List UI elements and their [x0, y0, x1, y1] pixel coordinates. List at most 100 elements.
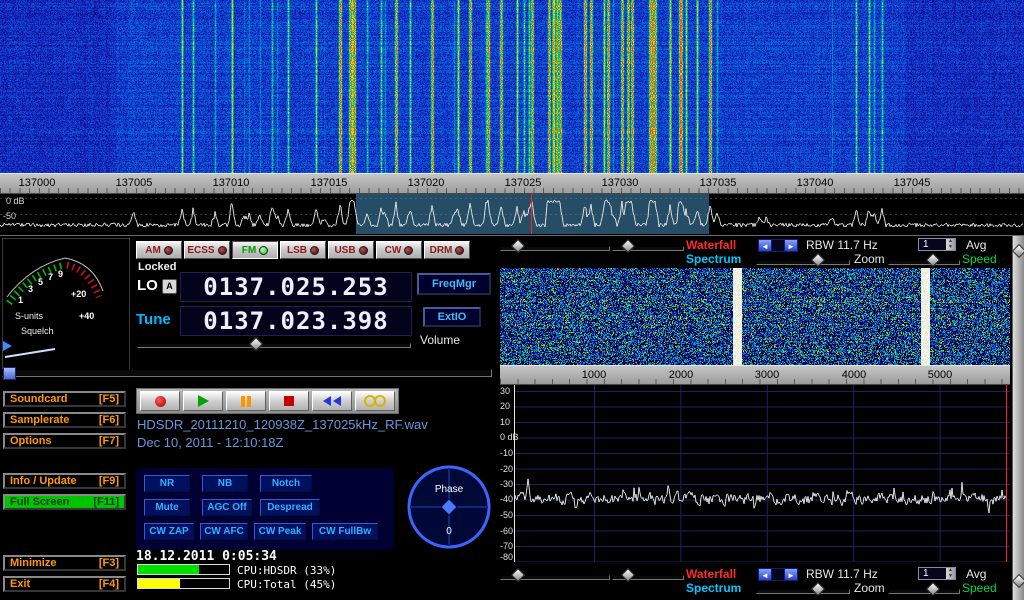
mute-button[interactable]: Mute: [144, 499, 190, 516]
locked-label: Locked: [138, 261, 177, 273]
display-control-bar-bottom: Waterfall ◄► RBW 11.7 Hz 1▲▼ Avg Spectru…: [497, 565, 1012, 597]
ruler-label: 137040: [785, 177, 845, 189]
avg-label: Avg: [966, 238, 986, 252]
tune-label: Tune: [136, 311, 171, 328]
stop-button[interactable]: [269, 391, 309, 411]
lo-frequency-display[interactable]: 0137.025.253: [179, 271, 413, 303]
despread-button[interactable]: Despread: [260, 499, 320, 516]
rewind-button[interactable]: [312, 391, 352, 411]
fullscreen-button[interactable]: Full Screen[F11]: [3, 494, 126, 510]
main-spectrum-0db-label: 0 dB: [6, 196, 25, 206]
volume-slider[interactable]: [137, 343, 411, 348]
minimize-button[interactable]: Minimize[F3]: [3, 555, 126, 571]
stop-icon: [284, 396, 294, 406]
cpu-total-fill: [138, 579, 180, 588]
options-button[interactable]: Options[F7]: [3, 433, 126, 449]
rx-waterfall[interactable]: [500, 268, 1010, 365]
left-arrow-button[interactable]: ◄: [758, 239, 772, 252]
main-spectrum[interactable]: [0, 194, 1024, 234]
waterfall-toggle[interactable]: Waterfall: [686, 567, 736, 581]
mode-label: DRM: [430, 245, 453, 256]
pause-icon: [247, 396, 251, 407]
mode-button-cw[interactable]: CW: [376, 241, 422, 259]
down-arrow-icon[interactable]: ▼: [948, 574, 953, 579]
s-meter-plus20-label: +20: [71, 289, 86, 299]
combo-scrollbar[interactable]: ▲▼: [946, 239, 955, 250]
spectrum-toggle[interactable]: Spectrum: [686, 581, 741, 595]
samplerate-button[interactable]: Samplerate[F6]: [3, 412, 126, 428]
cw-fullbw-button[interactable]: CW FullBw: [312, 523, 378, 540]
vfo-a-badge[interactable]: A: [162, 279, 177, 294]
s-meter-tick-label: 9: [58, 269, 63, 279]
cpu-hdsdr-bar: [137, 564, 230, 575]
waterfall-toggle[interactable]: Waterfall: [686, 238, 736, 252]
main-spectrum-minus50-label: -50: [3, 211, 16, 221]
waterfall-shift-arrows: ◄►: [758, 239, 798, 252]
squelch-slider-handle[interactable]: [3, 367, 16, 380]
zoom-slider[interactable]: [756, 589, 850, 594]
cpu-hdsdr-text: CPU:HDSDR (33%): [237, 564, 336, 577]
squelch-label: Squelch: [21, 326, 54, 336]
avg-select[interactable]: 1▲▼: [918, 238, 956, 251]
lo-label: LO: [137, 277, 158, 294]
rx-spectrum[interactable]: [500, 385, 1010, 562]
mode-button-ecss[interactable]: ECSS: [184, 241, 230, 259]
tune-frequency-display[interactable]: 0137.023.398: [179, 305, 413, 337]
exit-button[interactable]: Exit[F4]: [3, 576, 126, 592]
db-scale-label: -60: [500, 526, 530, 536]
agc-button[interactable]: AGC Off: [202, 499, 252, 516]
button-label: Minimize: [10, 557, 56, 569]
ruler-label: 1000: [569, 369, 619, 381]
nr-button[interactable]: NR: [144, 475, 190, 492]
main-waterfall[interactable]: [0, 0, 1024, 173]
mode-led: [310, 246, 319, 255]
ruler-label: 2000: [656, 369, 706, 381]
record-button[interactable]: [140, 391, 180, 411]
volume-label: Volume: [420, 333, 460, 347]
mode-label: USB: [334, 245, 355, 256]
info-update-button[interactable]: Info / Update[F9]: [3, 473, 126, 489]
phase-label: Phase: [404, 484, 494, 495]
mode-button-fm[interactable]: FM: [232, 241, 278, 259]
loop-button[interactable]: [355, 391, 395, 411]
down-arrow-icon[interactable]: ▼: [948, 245, 953, 250]
button-label: Samplerate: [10, 414, 69, 426]
speed-slider[interactable]: [888, 260, 960, 265]
mode-label: AM: [145, 245, 161, 256]
extio-button[interactable]: ExtIO: [423, 307, 481, 327]
mode-button-drm[interactable]: DRM: [424, 241, 470, 259]
display-control-bar-top: Waterfall ◄► RBW 11.7 Hz 1▲▼ Avg Spectru…: [497, 236, 1012, 268]
rx-frequency-ruler[interactable]: 1000 2000 3000 4000 5000: [500, 365, 1010, 385]
mode-led: [455, 246, 464, 255]
phase-dial: [404, 462, 494, 552]
s-meter-tick-label: 5: [38, 277, 43, 287]
combo-scrollbar[interactable]: ▲▼: [946, 568, 955, 579]
record-icon: [155, 396, 166, 407]
volume-slider-handle[interactable]: [249, 337, 263, 351]
cw-zap-button[interactable]: CW ZAP: [144, 523, 194, 540]
play-button[interactable]: [183, 391, 223, 411]
spectrum-toggle[interactable]: Spectrum: [686, 252, 741, 266]
cw-peak-button[interactable]: CW Peak: [254, 523, 306, 540]
mode-button-am[interactable]: AM: [136, 241, 182, 259]
squelch-slider[interactable]: [2, 369, 492, 377]
freqmgr-button[interactable]: FreqMgr: [417, 273, 491, 295]
main-frequency-ruler[interactable]: 137000 137005 137010 137015 137020 13702…: [0, 173, 1024, 194]
pause-button[interactable]: [226, 391, 266, 411]
hdsdr-window: 137000 137005 137010 137015 137020 13702…: [0, 0, 1024, 600]
right-slider-track[interactable]: [1012, 236, 1024, 600]
cw-afc-button[interactable]: CW AFC: [200, 523, 248, 540]
right-arrow-button[interactable]: ►: [784, 239, 798, 252]
right-arrow-button[interactable]: ►: [784, 568, 798, 581]
zoom-slider[interactable]: [756, 260, 850, 265]
speed-slider[interactable]: [888, 589, 960, 594]
button-key: [F5]: [99, 393, 119, 405]
soundcard-button[interactable]: Soundcard[F5]: [3, 391, 126, 407]
nb-button[interactable]: NB: [202, 475, 248, 492]
mode-button-lsb[interactable]: LSB: [280, 241, 326, 259]
notch-button[interactable]: Notch: [260, 475, 312, 492]
mode-button-usb[interactable]: USB: [328, 241, 374, 259]
datetime-readout: 18.12.2011 0:05:34: [136, 549, 277, 564]
avg-select[interactable]: 1▲▼: [918, 567, 956, 580]
left-arrow-button[interactable]: ◄: [758, 568, 772, 581]
